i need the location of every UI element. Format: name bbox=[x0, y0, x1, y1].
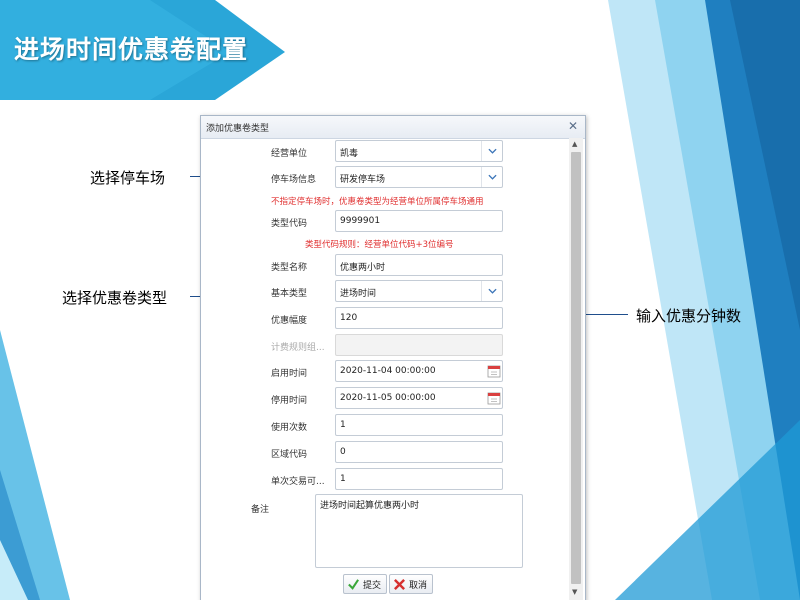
use-count-input[interactable]: 1 bbox=[335, 414, 503, 436]
stop-time-value: 2020-11-05 00:00:00 bbox=[340, 393, 436, 403]
row-area-code: 区域代码 0 bbox=[201, 441, 571, 465]
chevron-down-icon[interactable] bbox=[481, 167, 502, 187]
chevron-down-icon[interactable] bbox=[481, 141, 502, 161]
single-trade-value: 1 bbox=[340, 474, 346, 484]
parking-label: 停车场信息 bbox=[271, 175, 317, 185]
callout-select-parking: 选择停车场 bbox=[90, 169, 166, 187]
use-count-label: 使用次数 bbox=[271, 423, 308, 433]
type-code-hint: 类型代码规则：经营单位代码+3位编号 bbox=[305, 240, 454, 250]
chevron-down-icon[interactable] bbox=[481, 281, 502, 301]
row-billing-group: 计费规则组... bbox=[201, 334, 571, 358]
start-time-label: 启用时间 bbox=[271, 369, 308, 379]
scroll-down-icon[interactable]: ▼ bbox=[572, 588, 577, 596]
note-label: 备注 bbox=[251, 505, 270, 515]
parking-select[interactable]: 研发停车场 bbox=[335, 166, 503, 188]
row-type-name: 类型名称 优惠两小时 bbox=[201, 254, 571, 278]
cancel-label: 取消 bbox=[409, 580, 428, 591]
single-trade-label: 单次交易可... bbox=[271, 477, 325, 487]
operator-select[interactable]: 凯毒 bbox=[335, 140, 503, 162]
type-name-label: 类型名称 bbox=[271, 263, 308, 273]
base-type-select[interactable]: 进场时间 bbox=[335, 280, 503, 302]
area-code-label: 区域代码 bbox=[271, 450, 308, 460]
type-name-value: 优惠两小时 bbox=[340, 263, 386, 273]
scrollbar-thumb[interactable] bbox=[571, 152, 581, 584]
billing-group-label: 计费规则组... bbox=[271, 343, 325, 353]
discount-input[interactable]: 120 bbox=[335, 307, 503, 329]
calendar-icon[interactable] bbox=[487, 363, 501, 379]
parking-hint: 不指定停车场时，优惠卷类型为经营单位所属停车场通用 bbox=[271, 197, 484, 207]
row-base-type: 基本类型 进场时间 bbox=[201, 280, 571, 304]
row-parking: 停车场信息 研发停车场 bbox=[201, 166, 571, 190]
operator-label: 经营单位 bbox=[271, 149, 308, 159]
single-trade-input[interactable]: 1 bbox=[335, 468, 503, 490]
row-start-time: 启用时间 2020-11-04 00:00:00 bbox=[201, 360, 571, 384]
add-coupon-type-dialog: 添加优惠卷类型 ✕ 经营单位 凯毒 停车场信息 研发停车场 不指定停车场时，优惠… bbox=[200, 115, 586, 600]
submit-button[interactable]: 提交 bbox=[343, 574, 387, 594]
parking-value: 研发停车场 bbox=[340, 175, 386, 185]
row-discount: 优惠幅度 120 bbox=[201, 307, 571, 331]
dialog-title: 添加优惠卷类型 bbox=[206, 124, 270, 134]
stop-time-input[interactable]: 2020-11-05 00:00:00 bbox=[335, 387, 503, 409]
type-code-value: 9999901 bbox=[340, 216, 381, 226]
billing-group-input bbox=[335, 334, 503, 356]
type-name-input[interactable]: 优惠两小时 bbox=[335, 254, 503, 276]
check-icon bbox=[348, 578, 359, 590]
cancel-x-icon bbox=[394, 578, 405, 590]
start-time-value: 2020-11-04 00:00:00 bbox=[340, 366, 436, 376]
slide: 进场时间优惠卷配置 选择停车场 选择优惠卷类型 输入优惠分钟数 添加优惠卷类型 … bbox=[0, 0, 800, 600]
submit-label: 提交 bbox=[363, 580, 382, 591]
type-code-input[interactable]: 9999901 bbox=[335, 210, 503, 232]
operator-value: 凯毒 bbox=[340, 149, 359, 159]
slide-title: 进场时间优惠卷配置 bbox=[14, 35, 249, 64]
area-code-value: 0 bbox=[340, 447, 346, 457]
start-time-input[interactable]: 2020-11-04 00:00:00 bbox=[335, 360, 503, 382]
type-code-label: 类型代码 bbox=[271, 219, 308, 229]
base-type-value: 进场时间 bbox=[340, 289, 377, 299]
stop-time-label: 停用时间 bbox=[271, 396, 308, 406]
note-textarea[interactable]: 进场时间起算优惠两小时 bbox=[315, 494, 523, 568]
base-type-label: 基本类型 bbox=[271, 289, 308, 299]
close-icon[interactable]: ✕ bbox=[568, 119, 578, 133]
use-count-value: 1 bbox=[340, 420, 346, 430]
row-operator: 经营单位 凯毒 bbox=[201, 140, 571, 164]
row-type-code: 类型代码 9999901 bbox=[201, 210, 571, 234]
cancel-button[interactable]: 取消 bbox=[389, 574, 433, 594]
scroll-up-icon[interactable]: ▲ bbox=[572, 140, 577, 148]
row-stop-time: 停用时间 2020-11-05 00:00:00 bbox=[201, 387, 571, 411]
callout-enter-minutes: 输入优惠分钟数 bbox=[636, 307, 742, 325]
calendar-icon[interactable] bbox=[487, 390, 501, 406]
dialog-header: 添加优惠卷类型 ✕ bbox=[201, 116, 585, 139]
row-use-count: 使用次数 1 bbox=[201, 414, 571, 438]
discount-value: 120 bbox=[340, 313, 358, 323]
dialog-scrollbar[interactable]: ▲ ▼ bbox=[569, 138, 583, 600]
discount-label: 优惠幅度 bbox=[271, 316, 308, 326]
note-value: 进场时间起算优惠两小时 bbox=[320, 501, 420, 511]
callout-select-coupon-type: 选择优惠卷类型 bbox=[62, 289, 168, 307]
row-single-trade: 单次交易可... 1 bbox=[201, 468, 571, 492]
area-code-input[interactable]: 0 bbox=[335, 441, 503, 463]
